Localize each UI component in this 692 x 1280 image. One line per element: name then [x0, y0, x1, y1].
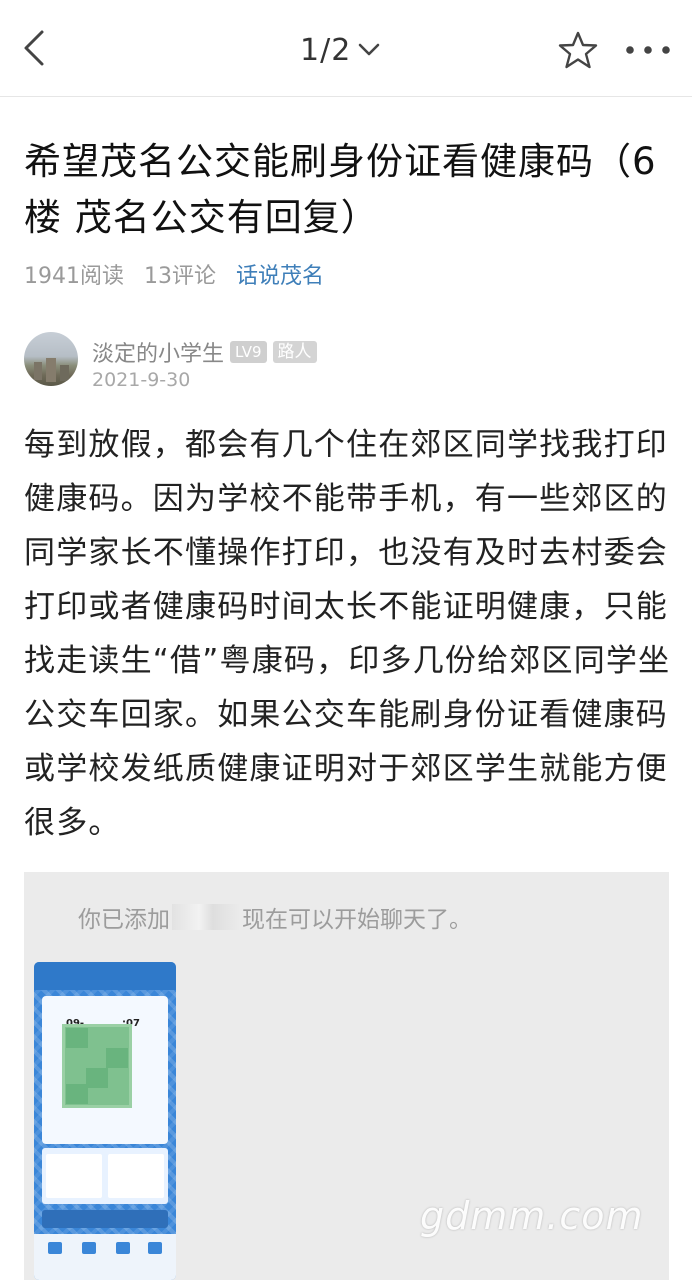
- post-date: 2021-9-30: [92, 369, 191, 391]
- qr-mosaic-cell: [66, 1084, 88, 1104]
- page-indicator-dropdown[interactable]: 1/2: [300, 30, 381, 70]
- menu-icon: [116, 1242, 130, 1254]
- info-banner: [42, 1210, 168, 1228]
- qr-mosaic-cell: [66, 1028, 88, 1048]
- chevron-down-icon: [358, 43, 380, 56]
- system-message-suffix: 现在可以开始聊天了。: [242, 907, 472, 933]
- phone-bottom-menu: [34, 1234, 176, 1280]
- forum-link[interactable]: 话说茂名: [236, 258, 324, 290]
- blurred-name: [172, 904, 240, 930]
- avatar-photo-detail: [60, 365, 69, 381]
- blurred-qr-code: [62, 1024, 132, 1108]
- avatar[interactable]: [24, 332, 78, 386]
- read-count: 1941阅读: [24, 264, 124, 289]
- avatar-photo-detail: [34, 362, 42, 380]
- role-badge: 路人: [272, 341, 317, 363]
- more-dots-icon[interactable]: [624, 40, 672, 60]
- back-arrow-icon[interactable]: [18, 28, 52, 68]
- status-panels: [42, 1148, 168, 1204]
- avatar-photo-detail: [46, 358, 56, 382]
- post-body-text: 每到放假，都会有几个住在郊区同学找我打印健康码。因为学校不能带手机，有一些郊区的…: [24, 427, 671, 841]
- post-meta: 1941阅读 13评论 话说茂名: [24, 258, 324, 290]
- star-icon[interactable]: [558, 30, 598, 70]
- status-panel-right: [108, 1154, 164, 1198]
- site-watermark: gdmm.com: [420, 1194, 644, 1238]
- health-code-screenshot: 09- :07: [34, 962, 176, 1280]
- qr-mosaic-cell: [86, 1068, 108, 1088]
- author-info: 淡定的小学生 LV9 路人: [92, 336, 317, 368]
- menu-icon: [48, 1242, 62, 1254]
- top-nav-bar: 1/2: [0, 0, 692, 97]
- qr-mosaic-cell: [106, 1048, 128, 1068]
- chat-system-message: 你已添加 现在可以开始聊天了。: [78, 900, 472, 934]
- menu-icon: [148, 1242, 162, 1254]
- status-panel-left: [46, 1154, 102, 1198]
- post-title: 希望茂名公交能刷身份证看健康码（6楼 茂名公交有回复）: [24, 140, 657, 239]
- attached-image[interactable]: 你已添加 现在可以开始聊天了。 09- :07 gdmm.com: [24, 872, 669, 1280]
- system-message-prefix: 你已添加: [78, 907, 170, 933]
- comment-count[interactable]: 13评论: [144, 258, 216, 290]
- author-name[interactable]: 淡定的小学生: [92, 336, 224, 368]
- level-badge: LV9: [230, 341, 267, 363]
- page-indicator-label: 1/2: [300, 32, 352, 68]
- menu-icon: [82, 1242, 96, 1254]
- phone-app-header: [34, 962, 176, 990]
